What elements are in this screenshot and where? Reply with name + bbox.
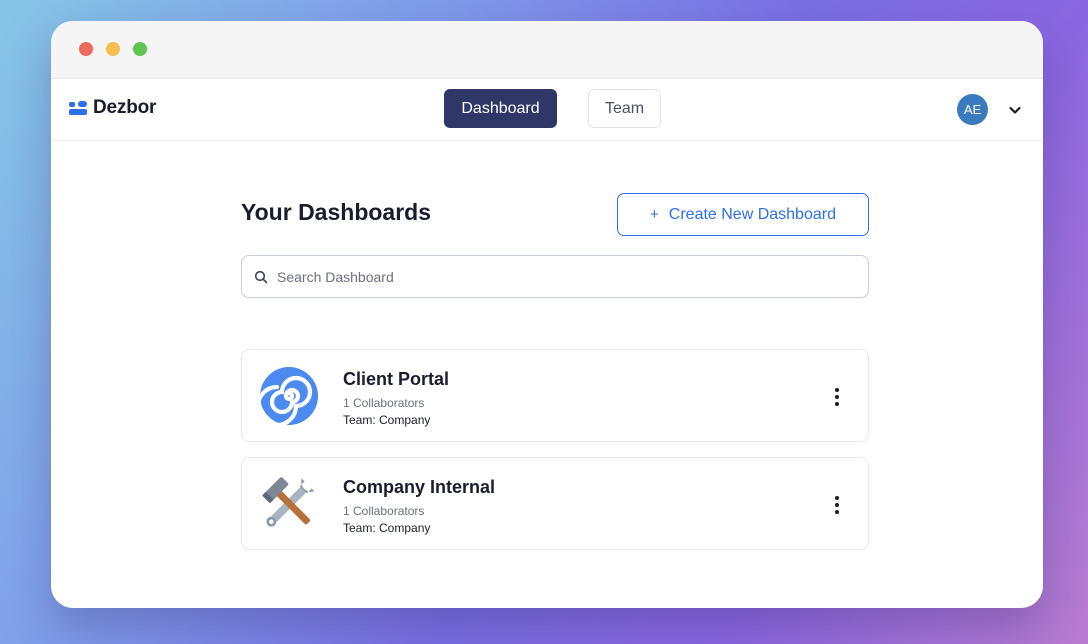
tab-dashboard[interactable]: Dashboard (444, 89, 557, 128)
create-dashboard-label: Create New Dashboard (668, 205, 836, 223)
app-name: Dezbor (93, 97, 157, 118)
chevron-down-icon[interactable] (1007, 102, 1023, 118)
logo-icon (69, 101, 87, 115)
plus-icon: + (650, 206, 659, 223)
minimize-window-button[interactable] (106, 42, 120, 56)
search-input[interactable] (277, 268, 837, 285)
app-window: Dezbor Dashboard Team AE Your Dashboards… (51, 21, 1043, 608)
dashboard-title[interactable]: Client Portal (343, 369, 449, 390)
search-icon (254, 270, 268, 283)
top-navbar: Dezbor Dashboard Team AE (51, 79, 1043, 141)
spiral-icon (258, 367, 318, 427)
more-options-icon[interactable] (826, 386, 848, 408)
maximize-window-button[interactable] (133, 42, 147, 56)
more-options-icon[interactable] (826, 494, 848, 516)
avatar[interactable]: AE (957, 94, 988, 125)
team-label: Team: Company (343, 413, 431, 427)
close-window-button[interactable] (79, 42, 93, 56)
logo[interactable]: Dezbor (69, 97, 156, 119)
hammer-and-wrench-icon (262, 477, 315, 527)
page-title: Your Dashboards (241, 199, 431, 225)
create-dashboard-button[interactable]: + Create New Dashboard (617, 193, 869, 236)
dashboard-card[interactable]: Company Internal 1 Collaborators Team: C… (241, 457, 869, 550)
collaborators-count: 1 Collaborators (343, 504, 425, 518)
tab-team[interactable]: Team (588, 89, 661, 128)
dashboard-title[interactable]: Company Internal (343, 477, 495, 498)
collaborators-count: 1 Collaborators (343, 396, 425, 410)
search-box[interactable] (241, 255, 869, 298)
dashboard-card[interactable]: Client Portal 1 Collaborators Team: Comp… (241, 349, 869, 442)
title-bar (51, 21, 1043, 79)
team-label: Team: Company (343, 521, 431, 535)
